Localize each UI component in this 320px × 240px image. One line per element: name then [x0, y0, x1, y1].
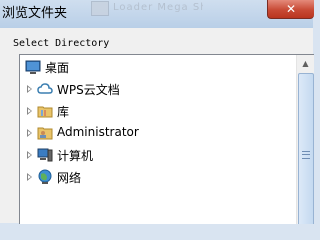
expand-arrow-icon[interactable] [27, 107, 32, 115]
expand-arrow-icon[interactable] [27, 151, 32, 159]
expand-arrow-icon[interactable] [27, 173, 32, 181]
background-window-icon [91, 1, 109, 16]
dialog-prompt: Select Directory [13, 38, 110, 49]
cloud-icon [37, 83, 53, 94]
tree-item-label: 桌面 [45, 61, 70, 75]
user-folder-icon [37, 127, 53, 140]
title-bar[interactable]: 浏览文件夹 Loader Mega Shrink ✕ [0, 0, 314, 28]
tree-item-wps-cloud[interactable]: WPS云文档 [20, 78, 290, 100]
tree-item-network[interactable]: 网络 [20, 166, 290, 188]
desktop-icon [25, 60, 41, 74]
window-title: 浏览文件夹 [2, 6, 68, 21]
tree-item-label: Administrator [57, 125, 139, 139]
scroll-up-button[interactable]: ▲ [297, 55, 314, 72]
tree-item-computer[interactable]: 计算机 [20, 144, 290, 166]
tree-item-desktop[interactable]: 桌面 [20, 56, 290, 78]
tree-item-label: WPS云文档 [57, 83, 120, 97]
tree-item-library[interactable]: 库 [20, 100, 290, 122]
expand-arrow-icon[interactable] [27, 85, 32, 93]
tree-item-label: 网络 [57, 171, 82, 185]
background-window-title: Loader Mega Shrink [113, 2, 203, 13]
close-button[interactable]: ✕ [267, 0, 314, 19]
library-folder-icon [37, 106, 53, 118]
network-icon [38, 169, 52, 184]
expand-arrow-icon[interactable] [27, 129, 32, 137]
vertical-scrollbar[interactable]: ▲ [296, 55, 314, 224]
computer-icon [37, 148, 53, 162]
folder-tree[interactable]: 桌面 WPS云文档 库 Administrator 计算机 网络 ▲ [19, 54, 314, 224]
tree-item-label: 库 [57, 105, 70, 119]
close-icon: ✕ [285, 2, 297, 16]
grip-icon [302, 151, 310, 159]
tree-item-label: 计算机 [57, 149, 94, 163]
chevron-up-icon: ▲ [302, 59, 309, 68]
scrollbar-thumb[interactable] [298, 73, 314, 224]
tree-item-administrator[interactable]: Administrator [20, 122, 290, 144]
